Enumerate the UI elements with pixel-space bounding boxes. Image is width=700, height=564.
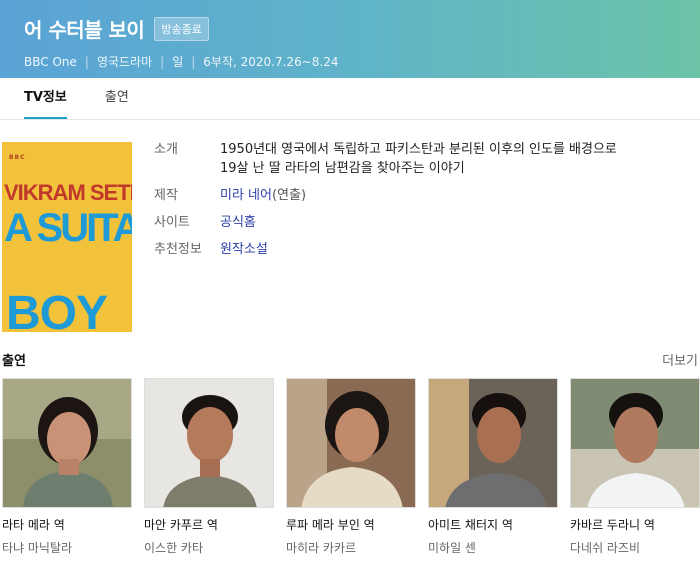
cast-role[interactable]: 라타 메라 역 [2, 516, 132, 533]
intro-text: 1950년대 영국에서 독립하고 파키스탄과 분리된 이후의 인도를 배경으로 … [220, 140, 617, 178]
cast-photo[interactable] [428, 378, 558, 508]
cast-actor[interactable]: 마히라 카카르 [286, 539, 416, 556]
cast-photo[interactable] [570, 378, 700, 508]
recommend-label: 추천정보 [154, 242, 202, 257]
cast-list: 라타 메라 역 타냐 마닉탈라 마안 카푸르 역 이스한 카타 루파 메라 부인… [2, 378, 700, 556]
cast-card[interactable]: 마안 카푸르 역 이스한 카타 [144, 378, 274, 556]
cast-photo[interactable] [286, 378, 416, 508]
episodes-label: 6부작, 2020.7.26~8.24 [203, 55, 339, 69]
poster-title-line: A SUITABLE [4, 206, 132, 250]
cast-actor[interactable]: 다네쉬 라즈비 [570, 539, 700, 556]
recommend-row: 추천정보 원작소설 [154, 240, 684, 259]
tab-bar: TV정보 출연 [0, 78, 700, 120]
official-site-link[interactable]: 공식홈 [220, 213, 256, 232]
day-label: 일 [172, 55, 184, 69]
channel-label: BBC One [24, 54, 77, 69]
cast-card[interactable]: 라타 메라 역 타냐 마닉탈라 [2, 378, 132, 556]
intro-line: 1950년대 영국에서 독립하고 파키스탄과 분리된 이후의 인도를 배경으로 [220, 142, 617, 157]
cast-card[interactable]: 카바르 두라니 역 다네쉬 라즈비 [570, 378, 700, 556]
original-novel-link[interactable]: 원작소설 [220, 240, 268, 259]
divider: | [191, 54, 196, 69]
cast-role[interactable]: 아미트 채터지 역 [428, 516, 558, 533]
site-label: 사이트 [154, 215, 190, 230]
site-row: 사이트 공식홈 [154, 213, 684, 232]
cast-card[interactable]: 아미트 채터지 역 미하일 센 [428, 378, 558, 556]
genre-label: 영국드라마 [96, 55, 153, 69]
tab-tv-info[interactable]: TV정보 [24, 78, 67, 119]
intro-row: 소개 1950년대 영국에서 독립하고 파키스탄과 분리된 이후의 인도를 배경… [154, 140, 684, 178]
title-row: 어 수터블 보이 방송종료 [24, 14, 700, 43]
meta-row: BBC One | 영국드라마 | 일 | 6부작, 2020.7.26~8.2… [24, 53, 700, 70]
cast-role[interactable]: 루파 메라 부인 역 [286, 516, 416, 533]
producer-label: 제작 [154, 188, 178, 203]
cast-role[interactable]: 카바르 두라니 역 [570, 516, 700, 533]
cast-photo[interactable] [2, 378, 132, 508]
drama-info: 소개 1950년대 영국에서 독립하고 파키스탄과 분리된 이후의 인도를 배경… [154, 140, 684, 267]
cast-photo[interactable] [144, 378, 274, 508]
cast-role[interactable]: 마안 카푸르 역 [144, 516, 274, 533]
divider: | [84, 54, 89, 69]
poster-author: VIKRAM SETH [4, 180, 132, 205]
producer-row: 제작 미라 네어(연출) [154, 186, 684, 205]
divider: | [160, 54, 165, 69]
bbc-logo: BBC [9, 154, 26, 161]
drama-title[interactable]: 어 수터블 보이 [24, 14, 145, 43]
status-badge: 방송종료 [154, 16, 209, 41]
tab-cast[interactable]: 출연 [105, 78, 129, 119]
cast-header: 출연 더보기 [2, 350, 698, 369]
drama-poster[interactable]: BBC VIKRAM SETH A SUITABLE BOY [2, 142, 132, 332]
cast-actor[interactable]: 타냐 마닉탈라 [2, 539, 132, 556]
more-link[interactable]: 더보기 [662, 350, 698, 369]
intro-line: 19살 난 딸 라타의 남편감을 찾아주는 이야기 [220, 161, 465, 176]
cast-actor[interactable]: 미하일 센 [428, 539, 558, 556]
poster-title-line: BOY [6, 287, 108, 333]
producer-role: (연출) [271, 188, 307, 203]
producer-link[interactable]: 미라 네어 [220, 188, 272, 203]
cast-actor[interactable]: 이스한 카타 [144, 539, 274, 556]
drama-header: 어 수터블 보이 방송종료 BBC One | 영국드라마 | 일 | 6부작,… [0, 0, 700, 78]
cast-card[interactable]: 루파 메라 부인 역 마히라 카카르 [286, 378, 416, 556]
cast-section-title: 출연 [2, 354, 26, 369]
intro-label: 소개 [154, 142, 178, 157]
